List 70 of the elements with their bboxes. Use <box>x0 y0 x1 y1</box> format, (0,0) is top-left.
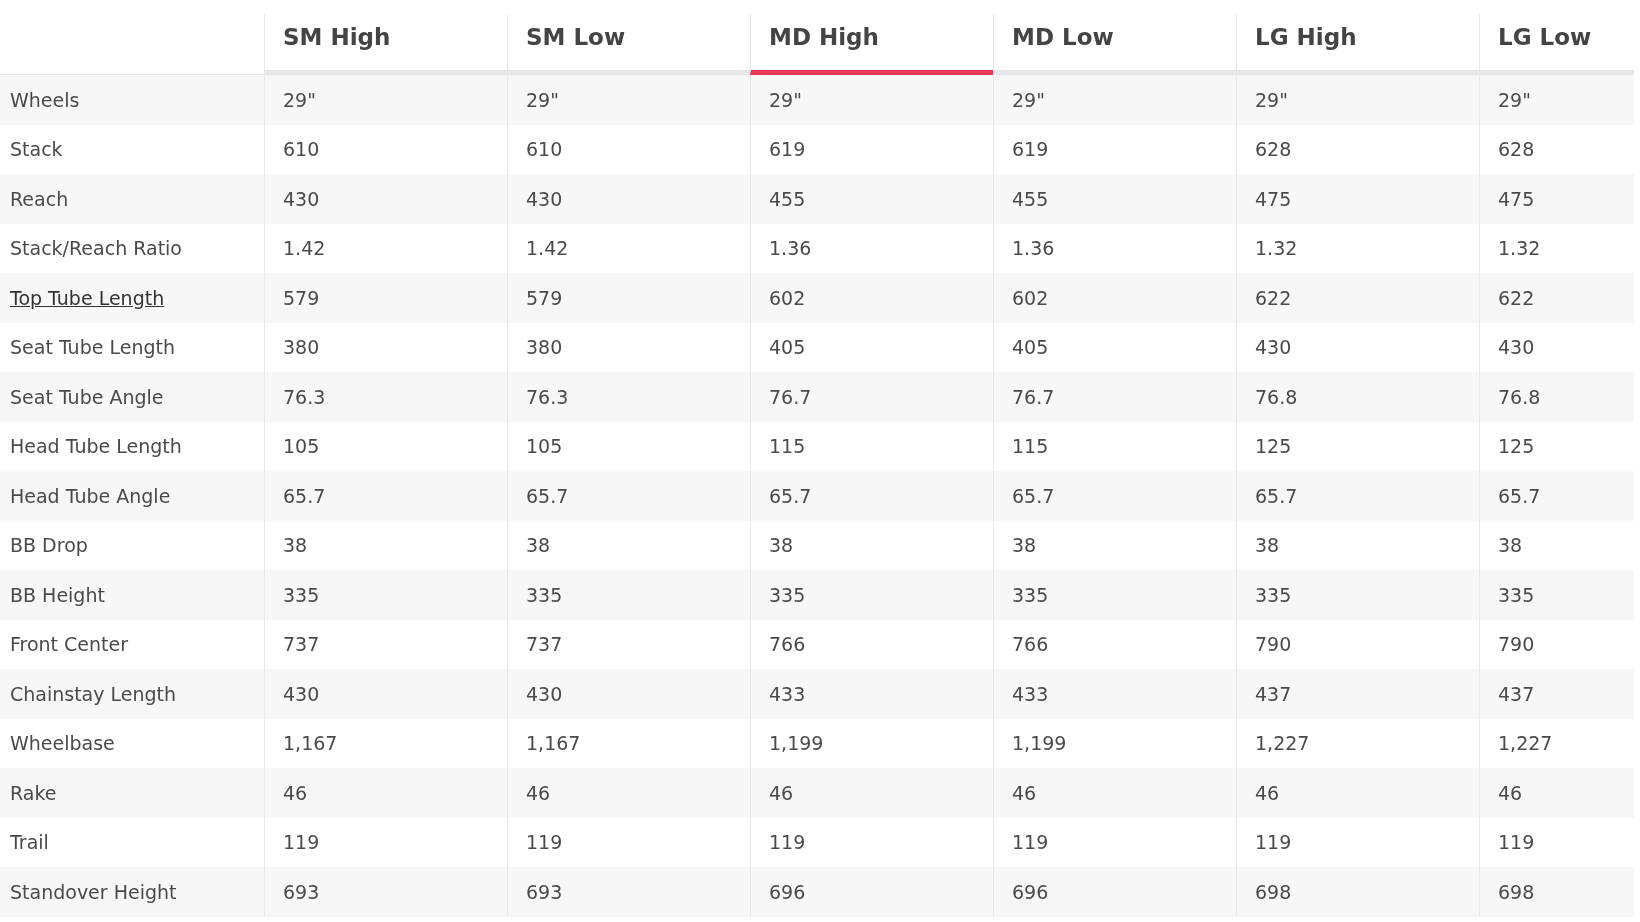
table-cell: 46 <box>750 768 993 818</box>
table-cell: 698 <box>1479 867 1634 917</box>
table-cell: 335 <box>507 570 750 620</box>
table-cell: 65.7 <box>1236 471 1479 521</box>
table-cell: 29" <box>750 75 993 125</box>
row-label: Head Tube Length <box>10 435 182 458</box>
table-cell: 475 <box>1479 174 1634 224</box>
table-cell: 433 <box>750 669 993 719</box>
row-label: BB Drop <box>10 534 88 557</box>
table-cell: 76.8 <box>1479 372 1634 422</box>
row-label: Reach <box>10 187 69 210</box>
table-cell: 433 <box>993 669 1236 719</box>
table-cell: 475 <box>1236 174 1479 224</box>
table-cell: 335 <box>264 570 507 620</box>
table-cell: 455 <box>750 174 993 224</box>
table-cell: 46 <box>264 768 507 818</box>
table-cell: 46 <box>507 768 750 818</box>
table-cell: 76.8 <box>1236 372 1479 422</box>
table-cell: 29" <box>507 75 750 125</box>
table-cell: 29" <box>264 75 507 125</box>
table-cell: 76.3 <box>264 372 507 422</box>
table-cell: 693 <box>264 867 507 917</box>
table-cell: 65.7 <box>264 471 507 521</box>
table-cell: 65.7 <box>1479 471 1634 521</box>
table-cell: 76.3 <box>507 372 750 422</box>
table-cell: 430 <box>507 174 750 224</box>
table-cell: 602 <box>993 273 1236 323</box>
table-cell: 430 <box>264 669 507 719</box>
row-label: Seat Tube Length <box>10 336 175 359</box>
row-label: Wheelbase <box>10 732 115 755</box>
row-label: Standover Height <box>10 880 177 903</box>
row-label: Wheels <box>10 88 80 111</box>
table-cell: 46 <box>1479 768 1634 818</box>
row-label: Head Tube Angle <box>10 484 171 507</box>
table-cell: 698 <box>1236 867 1479 917</box>
table-cell: 76.7 <box>993 372 1236 422</box>
table-cell: 65.7 <box>750 471 993 521</box>
row-label: Seat Tube Angle <box>10 385 164 408</box>
table-cell: 696 <box>993 867 1236 917</box>
row-label: BB Height <box>10 583 105 606</box>
row-label: Stack/Reach Ratio <box>10 237 182 260</box>
table-cell: 622 <box>1479 273 1634 323</box>
table-cell: 430 <box>507 669 750 719</box>
table-cell: 437 <box>1479 669 1634 719</box>
table-cell: 622 <box>1236 273 1479 323</box>
row-label: Front Center <box>10 633 129 656</box>
table-cell: 65.7 <box>993 471 1236 521</box>
table-cell: 579 <box>264 273 507 323</box>
table-cell: 437 <box>1236 669 1479 719</box>
table-cell: 46 <box>993 768 1236 818</box>
table-cell: 29" <box>993 75 1236 125</box>
table-cell: 696 <box>750 867 993 917</box>
table-cell: 29" <box>1236 75 1479 125</box>
row-label: Rake <box>10 781 57 804</box>
table-cell: 579 <box>507 273 750 323</box>
table-cell: 455 <box>993 174 1236 224</box>
row-label: Chainstay Length <box>10 682 177 705</box>
table-cell: 335 <box>750 570 993 620</box>
table-cell: 335 <box>1479 570 1634 620</box>
table-cell: 29" <box>1479 75 1634 125</box>
table-cell: 430 <box>264 174 507 224</box>
table-cell: 602 <box>750 273 993 323</box>
table-cell: 65.7 <box>507 471 750 521</box>
table-cell: 335 <box>1236 570 1479 620</box>
table-cell: 693 <box>507 867 750 917</box>
table-cell: 335 <box>993 570 1236 620</box>
row-label: Stack <box>10 138 63 161</box>
table-cell: 76.7 <box>750 372 993 422</box>
table-cell: 46 <box>1236 768 1479 818</box>
row-label: Trail <box>10 831 49 854</box>
